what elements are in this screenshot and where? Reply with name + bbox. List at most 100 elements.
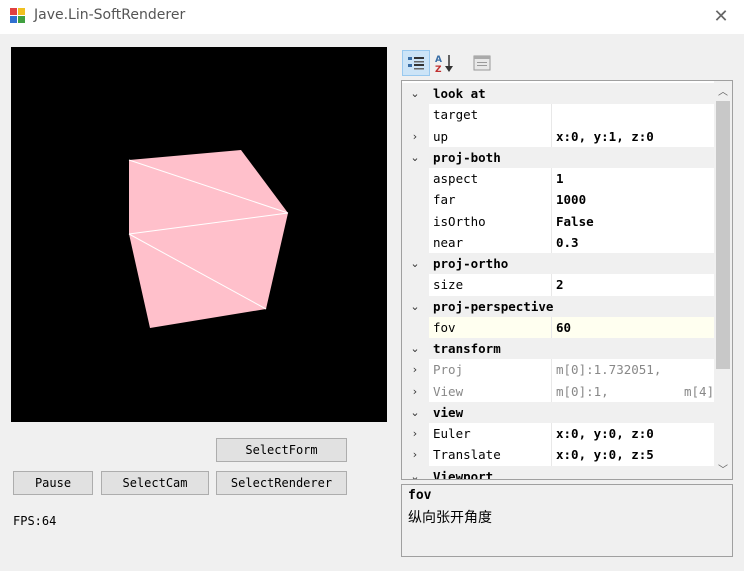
property-value[interactable]: x:0, y:0, z:0 — [556, 423, 654, 444]
collapse-chevron-icon[interactable]: ⌄ — [406, 466, 424, 480]
property-category-row[interactable]: ⌄ look at — [402, 83, 714, 105]
column-divider — [551, 316, 552, 338]
column-divider — [551, 168, 552, 190]
categorized-button[interactable] — [402, 50, 430, 76]
property-row[interactable]: › View m[0]:1, m[4] — [402, 380, 715, 402]
row-gutter — [402, 274, 429, 296]
cube-mesh — [128, 150, 289, 328]
property-name: size — [433, 277, 464, 293]
collapse-chevron-icon[interactable]: ⌄ — [406, 296, 424, 317]
row-gutter — [402, 231, 429, 253]
property-row[interactable]: fov 60 — [402, 316, 714, 338]
column-divider — [551, 380, 552, 402]
property-value-overflow: m[4] — [684, 383, 715, 399]
property-value[interactable]: 1000 — [556, 189, 586, 210]
property-category-row[interactable]: ⌄ view — [402, 401, 714, 423]
property-category-row[interactable]: ⌄ proj-perspective — [402, 295, 714, 317]
property-category-row[interactable]: ⌄ proj-ortho — [402, 253, 714, 275]
column-divider — [551, 189, 552, 211]
expand-chevron-icon[interactable]: › — [406, 359, 424, 380]
alphabetical-icon: A Z — [435, 55, 453, 73]
property-name: near — [433, 234, 464, 250]
scroll-down-icon[interactable]: ﹀ — [714, 461, 732, 478]
property-name: far — [433, 192, 456, 208]
property-row[interactable]: target — [402, 104, 714, 126]
property-row[interactable]: near 0.3 — [402, 231, 714, 253]
description-text: 纵向张开角度 — [408, 510, 492, 526]
property-row[interactable]: size 2 — [402, 274, 714, 296]
close-icon: ✕ — [713, 5, 729, 27]
property-value[interactable]: 60 — [556, 317, 571, 338]
column-divider — [551, 210, 552, 232]
collapse-chevron-icon[interactable]: ⌄ — [406, 83, 424, 104]
property-row[interactable]: isOrtho False — [402, 210, 714, 232]
property-row[interactable]: › Proj m[0]:1.732051, — [402, 359, 714, 381]
property-value[interactable]: 0.3 — [556, 232, 579, 253]
scroll-thumb[interactable] — [716, 101, 730, 369]
window-title: Jave.Lin-SoftRenderer — [34, 7, 186, 23]
property-row[interactable]: aspect 1 — [402, 168, 714, 190]
row-gutter — [402, 316, 429, 338]
property-row[interactable]: › Euler x:0, y:0, z:0 — [402, 423, 714, 445]
vertical-scrollbar[interactable]: ︿ ﹀ — [714, 81, 732, 479]
column-divider — [551, 104, 552, 126]
property-name: view — [433, 404, 464, 420]
select-form-button[interactable]: SelectForm — [216, 438, 347, 462]
property-row[interactable]: › Translate x:0, y:0, z:5 — [402, 444, 714, 466]
column-divider — [551, 359, 552, 381]
select-cam-button[interactable]: SelectCam — [101, 471, 209, 495]
expand-chevron-icon[interactable]: › — [406, 444, 424, 465]
collapse-chevron-icon[interactable]: ⌄ — [406, 253, 424, 274]
collapse-chevron-icon[interactable]: ⌄ — [406, 147, 424, 168]
selected-row-highlight — [429, 316, 714, 338]
property-name: View — [433, 383, 464, 399]
select-renderer-button[interactable]: SelectRenderer — [216, 471, 347, 495]
close-button[interactable]: ✕ — [704, 0, 738, 32]
expand-chevron-icon[interactable]: › — [406, 126, 424, 147]
svg-text:A: A — [435, 55, 442, 65]
property-name: transform — [433, 341, 501, 356]
property-name: look at — [433, 86, 486, 101]
expand-chevron-icon[interactable]: › — [406, 423, 424, 444]
property-name: fov — [433, 319, 456, 335]
property-row[interactable]: far 1000 — [402, 189, 714, 211]
property-value[interactable]: x:0, y:0, z:5 — [556, 444, 654, 465]
property-row[interactable]: › up x:0, y:1, z:0 — [402, 125, 714, 147]
property-grid[interactable]: ⌄ look at target › up x:0, y:1, z:0 ⌄ proj-both… — [401, 80, 733, 480]
property-pages-icon — [473, 55, 491, 71]
property-category-row[interactable]: ⌄ proj-both — [402, 146, 714, 168]
alphabetical-button[interactable]: A Z — [430, 50, 458, 76]
property-value[interactable]: m[0]:1.732051, — [556, 359, 661, 380]
scroll-up-icon[interactable]: ︿ — [714, 83, 732, 100]
row-gutter — [402, 189, 429, 211]
property-category-row[interactable]: ⌄ transform — [402, 338, 714, 360]
property-name: proj-both — [433, 149, 501, 165]
property-toolbar: A Z — [400, 50, 740, 78]
property-value[interactable]: False — [556, 211, 594, 232]
collapse-chevron-icon[interactable]: ⌄ — [406, 338, 424, 359]
property-name: Translate — [433, 447, 501, 463]
property-name: target — [433, 107, 479, 123]
app-icon — [10, 8, 26, 24]
column-divider — [551, 125, 552, 147]
property-value[interactable]: x:0, y:1, z:0 — [556, 126, 654, 147]
property-name: Viewport — [433, 468, 494, 480]
property-value[interactable]: m[0]:1, — [556, 381, 609, 402]
row-gutter — [402, 210, 429, 232]
description-title: fov — [408, 488, 432, 503]
property-value[interactable]: 2 — [556, 274, 564, 295]
pause-button[interactable]: Pause — [13, 471, 93, 495]
row-gutter — [402, 168, 429, 190]
render-viewport[interactable] — [11, 47, 387, 422]
property-pages-button[interactable] — [468, 50, 496, 76]
property-name: isOrtho — [433, 213, 486, 229]
collapse-chevron-icon[interactable]: ⌄ — [406, 402, 424, 423]
property-name: proj-ortho — [433, 256, 509, 271]
column-divider — [551, 231, 552, 253]
property-value[interactable]: 1 — [556, 168, 564, 189]
render-canvas — [128, 150, 289, 328]
title-bar: Jave.Lin-SoftRenderer ✕ — [0, 0, 744, 34]
property-name: up — [433, 128, 449, 144]
property-category-row[interactable]: ⌄ Viewport — [402, 465, 714, 480]
expand-chevron-icon[interactable]: › — [406, 381, 424, 402]
